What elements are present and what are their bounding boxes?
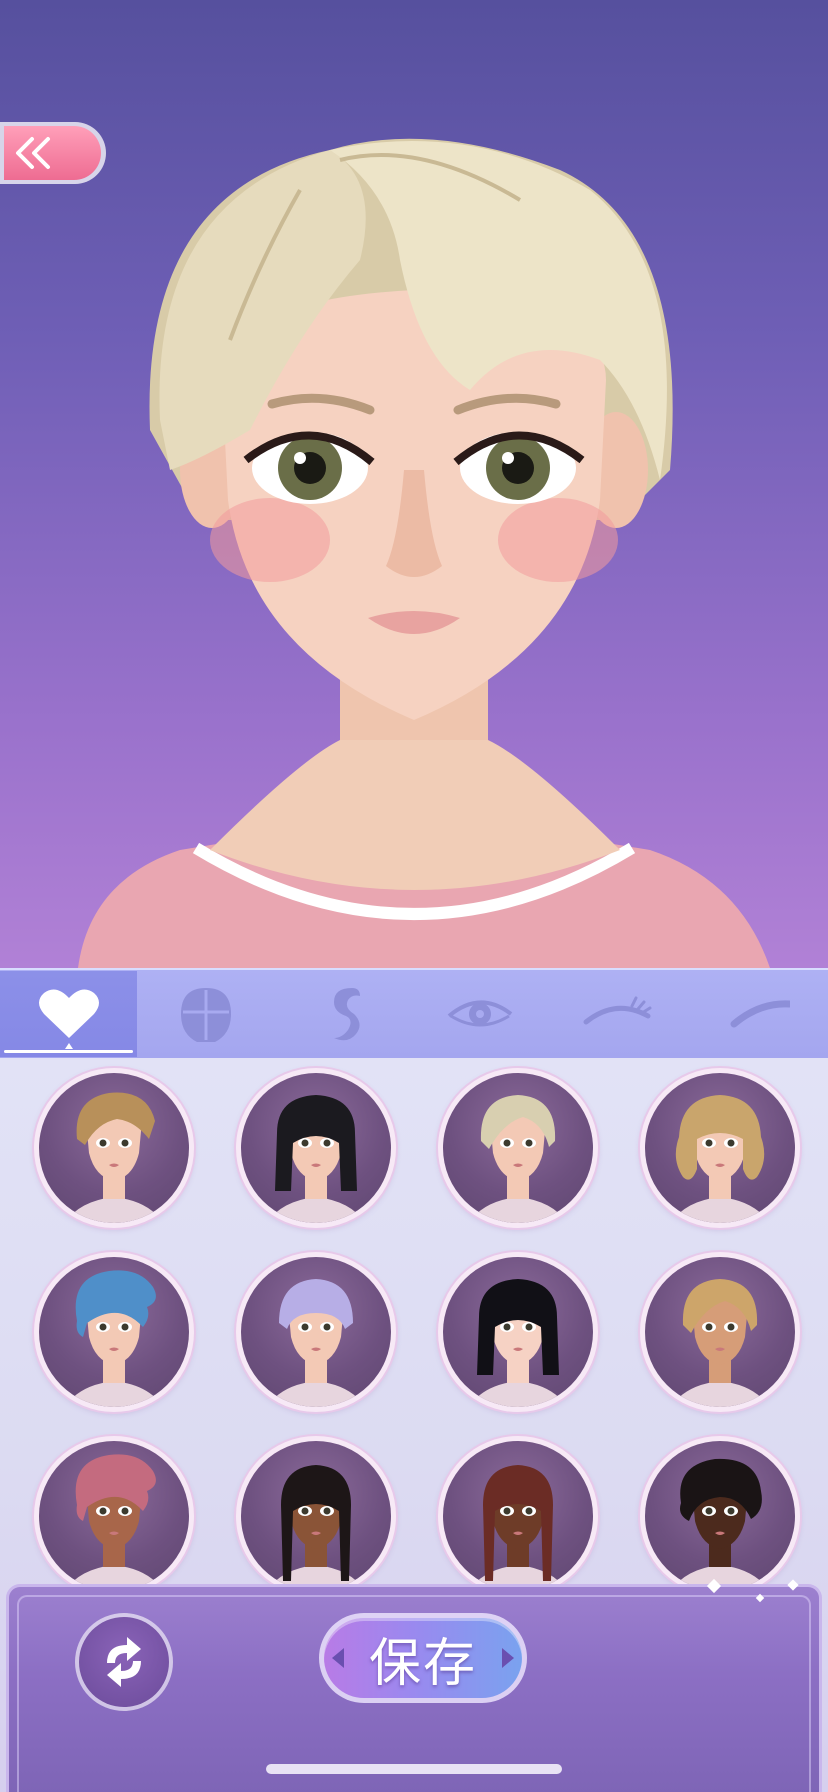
avatar-3d-model bbox=[78, 138, 770, 968]
eyelash-icon bbox=[583, 996, 651, 1025]
hairstyle-option[interactable] bbox=[640, 1068, 800, 1228]
hairstyle-option[interactable] bbox=[640, 1252, 800, 1412]
hairstyle-option[interactable] bbox=[236, 1252, 396, 1412]
avatar-thumbnail bbox=[469, 1465, 567, 1591]
hairstyle-option[interactable] bbox=[34, 1252, 194, 1412]
eye-icon bbox=[447, 1000, 512, 1027]
avatar-thumbnail bbox=[469, 1279, 567, 1407]
active-tab-marker bbox=[64, 1043, 73, 1049]
reset-button[interactable] bbox=[75, 1613, 173, 1711]
hairstyle-option[interactable] bbox=[438, 1436, 598, 1596]
refresh-arrows-icon bbox=[107, 1637, 141, 1687]
hairstyle-option[interactable] bbox=[236, 1068, 396, 1228]
avatar-thumbnail bbox=[267, 1465, 365, 1591]
avatar-thumbnail bbox=[671, 1458, 769, 1591]
avatar-thumbnail bbox=[65, 1270, 163, 1407]
double-chevron-left-icon bbox=[16, 137, 50, 169]
avatar-thumbnail bbox=[671, 1279, 769, 1407]
eyebrow-icon bbox=[730, 1000, 790, 1028]
hair-strand-icon bbox=[333, 988, 360, 1041]
tab-eyelashes[interactable] bbox=[548, 971, 685, 1057]
save-button[interactable]: 保存 bbox=[319, 1613, 527, 1703]
category-tab-bar bbox=[0, 968, 828, 1058]
hairstyle-option[interactable] bbox=[236, 1436, 396, 1596]
hairstyle-option[interactable] bbox=[34, 1068, 194, 1228]
hairstyle-option[interactable] bbox=[640, 1436, 800, 1596]
avatar-thumbnail bbox=[65, 1092, 163, 1223]
hairstyle-option[interactable] bbox=[34, 1436, 194, 1596]
home-indicator[interactable] bbox=[266, 1764, 562, 1774]
hairstyle-grid bbox=[0, 1068, 828, 1596]
save-button-label: 保存 bbox=[368, 1633, 477, 1694]
tab-hair[interactable] bbox=[274, 971, 411, 1057]
tab-eyes[interactable] bbox=[411, 971, 548, 1057]
action-bar: 保存 bbox=[6, 1578, 822, 1792]
tab-favorites[interactable] bbox=[0, 971, 137, 1057]
avatar-thumbnail bbox=[65, 1454, 163, 1591]
head-outline-icon bbox=[180, 988, 231, 1042]
avatar-thumbnail bbox=[469, 1095, 567, 1223]
avatar-thumbnail bbox=[267, 1095, 365, 1223]
hairstyle-option[interactable] bbox=[438, 1068, 598, 1228]
tab-eyebrows[interactable] bbox=[685, 971, 825, 1057]
avatar-preview bbox=[0, 0, 828, 968]
tab-face[interactable] bbox=[137, 971, 274, 1057]
heart-icon bbox=[38, 989, 99, 1038]
avatar-thumbnail bbox=[267, 1279, 365, 1407]
hairstyle-option[interactable] bbox=[438, 1252, 598, 1412]
back-button[interactable] bbox=[0, 122, 106, 184]
avatar-thumbnail bbox=[671, 1095, 769, 1223]
